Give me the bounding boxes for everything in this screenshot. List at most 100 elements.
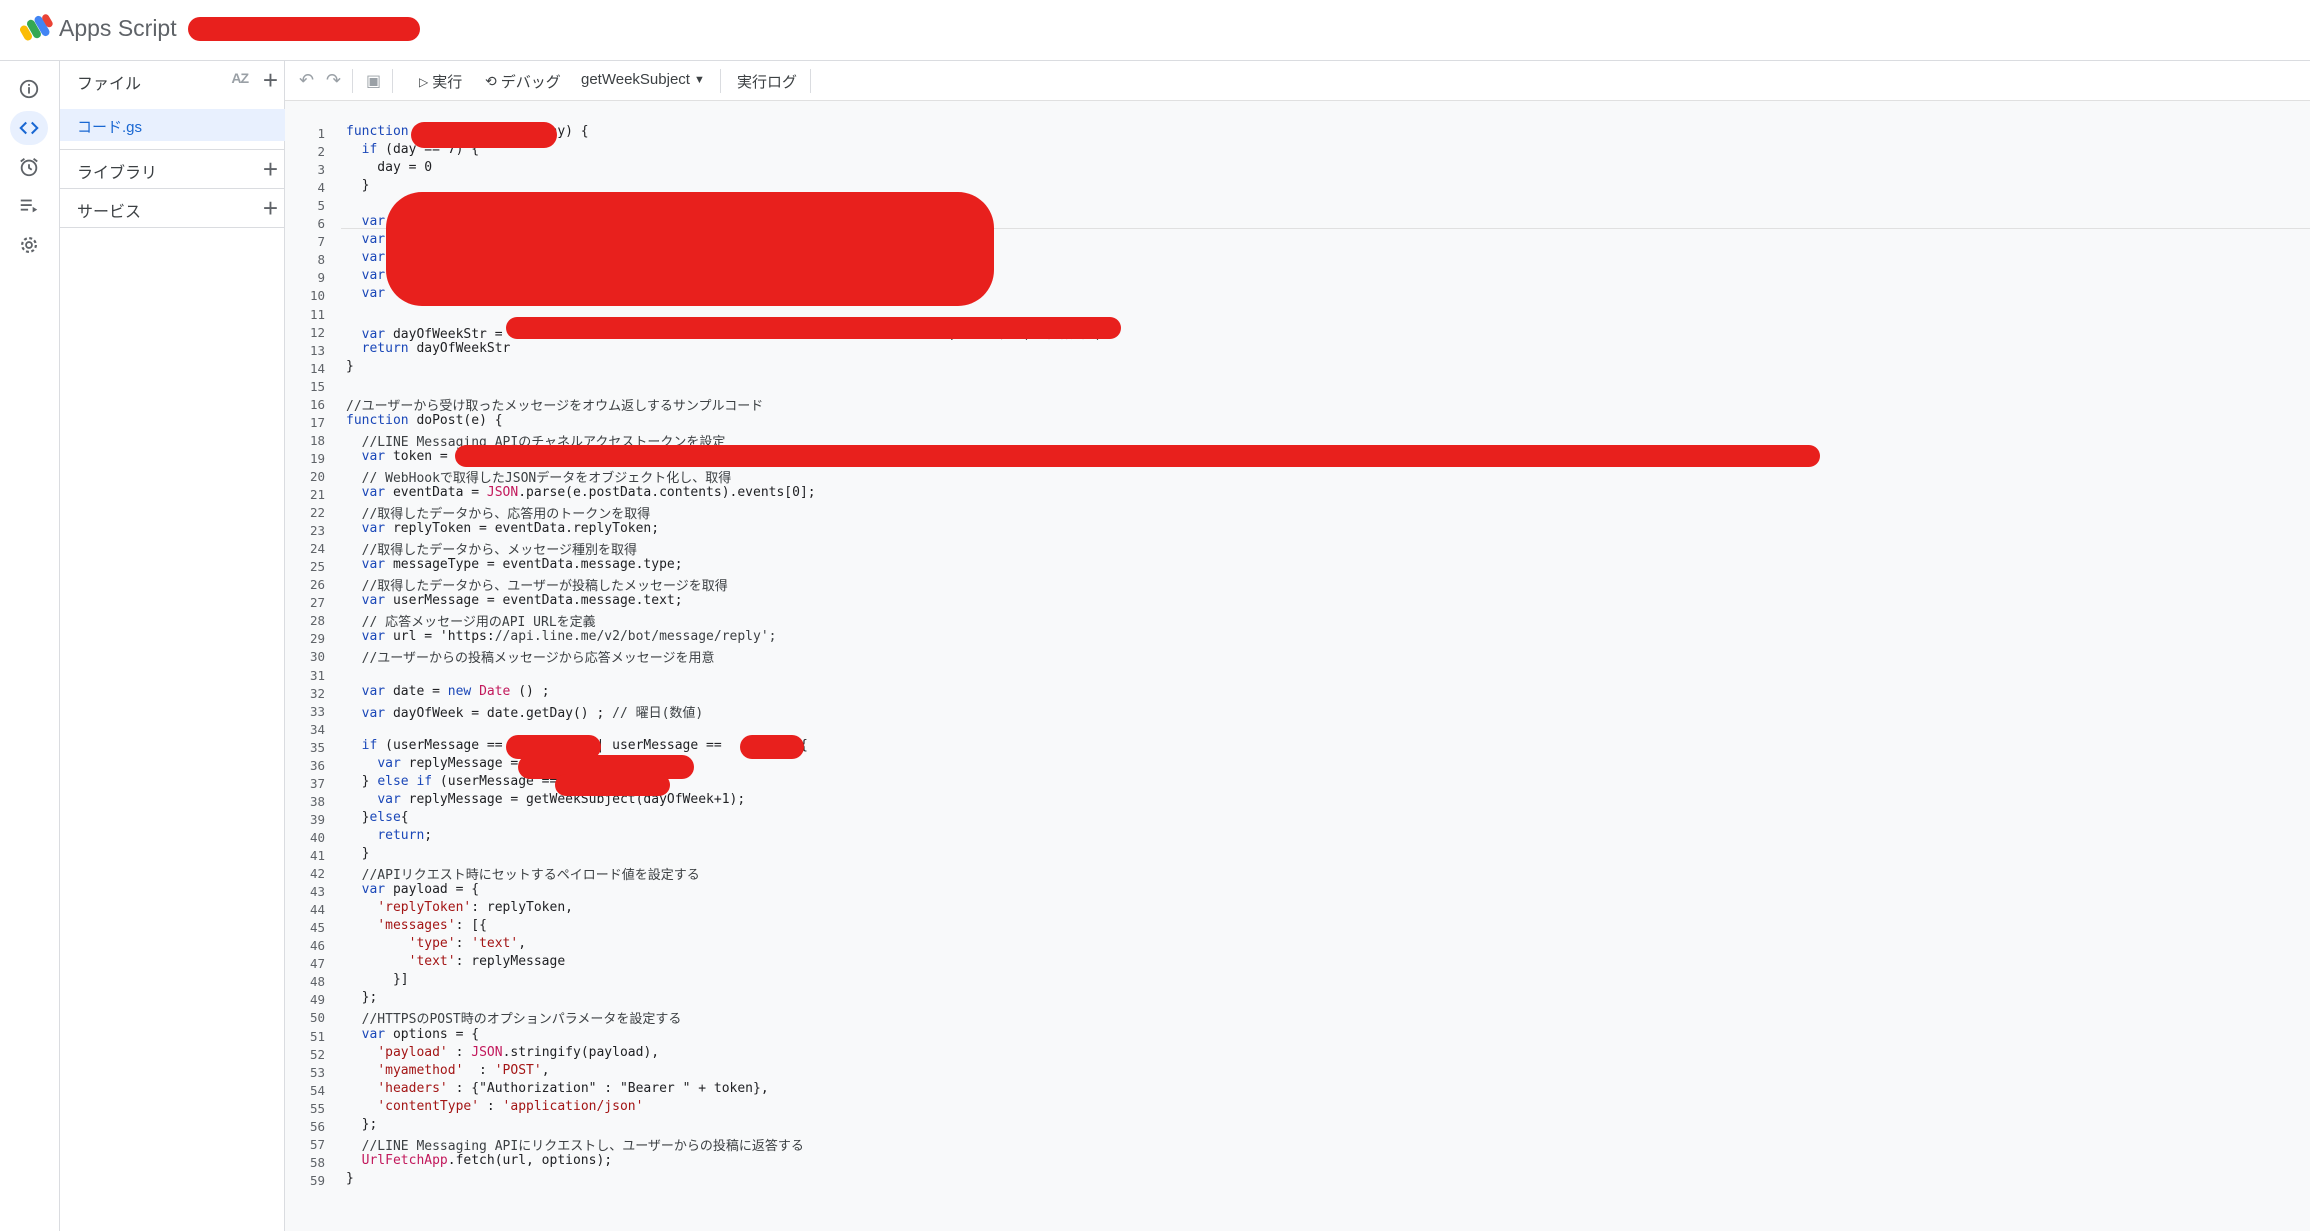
code-line[interactable]: var	[346, 268, 385, 283]
line-number: 28	[309, 613, 325, 629]
code-line[interactable]: var date = new Date () ;	[346, 684, 550, 699]
code-line[interactable]: 'replyToken': replyToken,	[346, 900, 573, 915]
line-number: 10	[309, 288, 325, 304]
code-line[interactable]: }	[346, 178, 370, 193]
code-line[interactable]: 'myamethod' : 'POST',	[346, 1063, 549, 1078]
settings-button[interactable]	[10, 228, 48, 262]
code-line[interactable]: //取得したデータから、応答用のトークンを取得	[346, 503, 651, 522]
files-label: ファイル	[77, 76, 142, 93]
code-line[interactable]: 'type': 'text',	[346, 936, 526, 951]
code-line[interactable]: var	[346, 232, 385, 247]
code-line[interactable]: //LINE Messaging APIにリクエストし、ユーザーからの投稿に返答…	[346, 1135, 804, 1154]
code-line[interactable]: var userMessage = eventData.message.text…	[346, 593, 683, 608]
code-editor[interactable]: 1 2 3 4 5 6 7 8 9 10 11 12 13 14 15 16 17 18 19 20 21 22 23 24 2…	[285, 101, 2310, 1231]
code-redaction	[740, 735, 804, 759]
code-line[interactable]: };	[346, 990, 378, 1005]
run-button[interactable]: ▷ 実行	[419, 71, 462, 92]
file-item-code-gs[interactable]: コード.gs	[60, 109, 286, 141]
app-title[interactable]: Apps Script	[59, 15, 177, 42]
code-line[interactable]: 'contentType' : 'application/json'	[346, 1099, 643, 1114]
code-line[interactable]: var	[346, 250, 385, 265]
editor-button[interactable]	[10, 111, 48, 145]
sort-az-icon[interactable]: AZ	[231, 70, 249, 86]
overview-button[interactable]	[10, 72, 48, 106]
line-number: 20	[309, 468, 325, 484]
line-number: 27	[309, 595, 325, 611]
code-line[interactable]: var messageType = eventData.message.type…	[346, 557, 683, 572]
line-number: 45	[309, 920, 325, 936]
code-line[interactable]: var options = {	[346, 1027, 479, 1042]
code-redaction	[386, 192, 994, 306]
line-number: 43	[309, 884, 325, 900]
function-select[interactable]: getWeekSubject ▼	[581, 71, 705, 88]
code-line[interactable]: var replyToken = eventData.replyToken;	[346, 521, 659, 536]
line-number: 17	[309, 414, 325, 430]
line-number: 23	[309, 523, 325, 539]
code-redaction	[411, 122, 557, 148]
code-line[interactable]: }]	[346, 972, 409, 987]
add-file-button[interactable]: +	[263, 67, 278, 93]
code-line[interactable]: var url = 'https://api.line.me/v2/bot/me…	[346, 629, 777, 644]
left-icon-rail	[0, 61, 59, 1231]
code-line[interactable]: var replyMessage = getWeekSubject(dayOfW…	[346, 792, 745, 807]
run-label: 実行	[432, 74, 463, 91]
code-line[interactable]: }	[346, 1171, 354, 1186]
line-number: 52	[309, 1046, 325, 1062]
code-line[interactable]: var replyMessage =	[346, 756, 518, 771]
line-number: 41	[309, 848, 325, 863]
code-line[interactable]: var token =	[346, 449, 448, 464]
code-line[interactable]: var dayOfWeek = date.getDay() ; // 曜日(数値…	[346, 702, 704, 721]
apps-script-logo[interactable]	[20, 13, 54, 43]
save-icon[interactable]: ▣	[366, 71, 381, 91]
code-line[interactable]: var	[346, 286, 385, 301]
code-line[interactable]: var payload = {	[346, 882, 479, 897]
line-number: 56	[309, 1118, 325, 1134]
code-line[interactable]: day = 0	[346, 160, 432, 175]
code-redaction	[506, 317, 1121, 339]
line-number: 53	[309, 1064, 325, 1080]
editor-toolbar: ↶ ↷ ▣ ▷ 実行 ⟲ デバッグ getWeekSubject ▼ 実行ログ	[285, 61, 2310, 101]
execution-log-button[interactable]: 実行ログ	[737, 71, 797, 92]
redo-icon[interactable]: ↷	[326, 70, 341, 91]
line-number: 48	[309, 974, 325, 990]
dropdown-arrow-icon: ▼	[693, 73, 705, 86]
code-line[interactable]: }	[346, 846, 370, 861]
code-redaction	[555, 774, 670, 796]
undo-icon[interactable]: ↶	[299, 70, 314, 91]
code-line[interactable]: UrlFetchApp.fetch(url, options);	[346, 1153, 612, 1168]
line-number: 12	[309, 324, 325, 340]
code-line[interactable]: }	[346, 359, 354, 374]
libraries-header: ライブラリ +	[60, 150, 286, 190]
code-line[interactable]: };	[346, 1117, 378, 1132]
line-number: 31	[309, 667, 325, 683]
code-line[interactable]: // 応答メッセージ用のAPI URLを定義	[346, 611, 596, 630]
code-line[interactable]: return dayOfWeekStr	[346, 341, 511, 356]
code-line[interactable]: var eventData = JSON.parse(e.postData.co…	[346, 485, 816, 500]
code-line[interactable]: 'text': replyMessage	[346, 954, 566, 969]
code-line[interactable]: //ユーザーからの投稿メッセージから応答メッセージを用意	[346, 647, 715, 666]
code-line[interactable]: //取得したデータから、メッセージ種別を取得	[346, 539, 637, 558]
code-line[interactable]: //APIリクエスト時にセットするペイロード値を設定する	[346, 864, 700, 883]
code-line[interactable]: function doPost(e) {	[346, 413, 503, 428]
line-number: 38	[309, 793, 325, 809]
code-line[interactable]: 'headers' : {"Authorization" : "Bearer "…	[346, 1081, 768, 1096]
code-line[interactable]: //取得したデータから、ユーザーが投稿したメッセージを取得	[346, 575, 728, 594]
playlist-play-icon	[20, 199, 38, 213]
code-line[interactable]: 'payload' : JSON.stringify(payload),	[346, 1045, 659, 1060]
debug-button[interactable]: ⟲ デバッグ	[485, 71, 561, 92]
code-line[interactable]: 'messages': [{	[346, 918, 487, 933]
line-number: 26	[309, 577, 325, 593]
code-line[interactable]: var	[346, 214, 385, 229]
triggers-button[interactable]	[10, 150, 48, 184]
code-line[interactable]: //ユーザーから受け取ったメッセージをオウム返しするサンプルコード	[346, 395, 763, 414]
code-line[interactable]: return;	[346, 828, 432, 843]
code-line[interactable]: }else{	[346, 810, 409, 825]
top-bar: Apps Script	[0, 0, 2310, 61]
code-line[interactable]: // WebHookで取得したJSONデータをオブジェクト化し、取得	[346, 467, 732, 486]
code-line[interactable]: //HTTPSのPOST時のオプションパラメータを設定する	[346, 1008, 682, 1027]
line-number: 21	[309, 487, 325, 502]
add-service-button[interactable]: +	[263, 195, 278, 221]
add-library-button[interactable]: +	[263, 156, 278, 182]
line-number: 50	[309, 1010, 325, 1026]
executions-button[interactable]	[10, 189, 48, 223]
